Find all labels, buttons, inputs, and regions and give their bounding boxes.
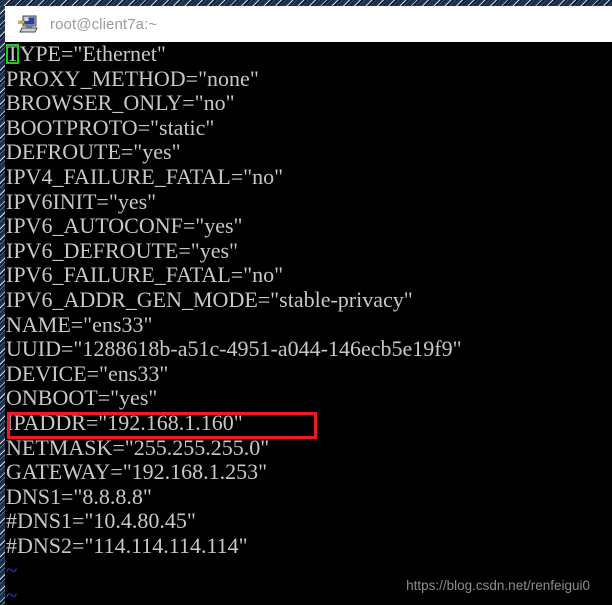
window-title-text: root@client7a:~ <box>50 15 158 33</box>
terminal-line: NAME="ens33" <box>6 311 153 337</box>
terminal-line: IPV6_AUTOCONF="yes" <box>6 213 243 239</box>
terminal-line: IPV6_ADDR_GEN_MODE="stable-privacy" <box>6 286 413 312</box>
terminal-text-content: TYPE="Ethernet" PROXY_METHOD="none" BROWSE… <box>5 42 612 605</box>
terminal-line: IPV4_FAILURE_FATAL="no" <box>6 163 284 189</box>
terminal-line: DEVICE="ens33" <box>6 360 169 386</box>
terminal-window: root@client7a:~ TYPE="Ethernet" PROXY_MET… <box>5 6 612 605</box>
terminal-screen[interactable]: TYPE="Ethernet" PROXY_METHOD="none" BROWSE… <box>5 42 612 605</box>
computer-network-icon <box>18 13 40 35</box>
terminal-line: IPV6INIT="yes" <box>6 188 157 214</box>
terminal-line: #DNS2="114.114.114.114" <box>6 532 248 558</box>
terminal-line: BOOTPROTO="static" <box>6 114 215 140</box>
terminal-line: TYPE="Ethernet" <box>6 42 166 66</box>
terminal-line: PROXY_METHOD="none" <box>6 65 259 91</box>
terminal-line: UUID="1288618b-a51c-4951-a044-146ecb5e19… <box>6 336 462 362</box>
terminal-line: DEFROUTE="yes" <box>6 139 181 165</box>
terminal-line: IPV6_FAILURE_FATAL="no" <box>6 262 284 288</box>
terminal-line: GATEWAY="192.168.1.253" <box>6 459 268 485</box>
terminal-line: BROWSER_ONLY="no" <box>6 90 235 116</box>
terminal-line: DNS1="8.8.8.8" <box>6 483 152 509</box>
window-title-bar[interactable]: root@client7a:~ <box>5 6 612 42</box>
terminal-line: NETMASK="255.255.255.0" <box>6 434 270 460</box>
terminal-line: IPV6_DEFROUTE="yes" <box>6 237 239 263</box>
watermark-text: https://blog.csdn.net/renfeigui0 <box>406 578 590 593</box>
terminal-line: #DNS1="10.4.80.45" <box>6 508 196 534</box>
terminal-line: ONBOOT="yes" <box>6 385 158 411</box>
terminal-line: IPADDR="192.168.1.160" <box>6 409 243 435</box>
